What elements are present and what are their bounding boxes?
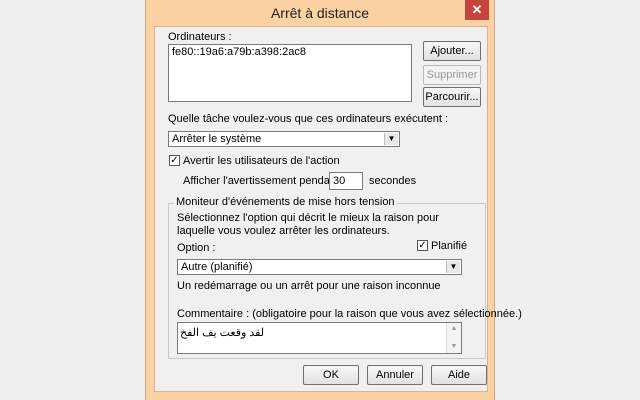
task-label: Quelle tâche voulez-vous que ces ordinat… xyxy=(168,113,449,125)
event-tracker-legend: Moniteur d'événements de mise hors tensi… xyxy=(174,196,397,208)
option-label: Option : xyxy=(177,242,216,254)
help-button[interactable]: Aide xyxy=(431,365,487,385)
cancel-button[interactable]: Annuler xyxy=(367,365,423,385)
computers-label: Ordinateurs : xyxy=(168,31,232,43)
warning-seconds-input[interactable]: 30 xyxy=(329,172,363,190)
comment-text: لقد وقعت يف الفخ xyxy=(180,327,265,339)
scroll-up-icon[interactable]: ▲ xyxy=(447,323,461,335)
window-title: Arrêt à distance xyxy=(270,5,370,21)
scroll-down-icon[interactable]: ▼ xyxy=(447,341,461,353)
reason-description: Un redémarrage ou un arrêt pour une rais… xyxy=(177,280,441,292)
browse-button[interactable]: Parcourir... xyxy=(423,87,481,107)
ok-button[interactable]: OK xyxy=(303,365,359,385)
warn-users-checkbox[interactable]: ✓ xyxy=(169,155,180,166)
dialog-client-area: Ordinateurs : fe80::19a6:a79b:a398:2ac8 … xyxy=(154,26,522,392)
task-selected-value: Arrêter le système xyxy=(172,133,262,145)
reason-selected-value: Autre (planifié) xyxy=(181,261,253,273)
reason-option-dropdown[interactable]: Autre (planifié) ▼ xyxy=(177,259,462,275)
comment-scrollbar[interactable]: ▲ ▼ xyxy=(446,323,461,353)
planned-label: Planifié xyxy=(431,240,468,252)
computers-listbox[interactable]: fe80::19a6:a79b:a398:2ac8 xyxy=(168,44,412,102)
tracker-description: Sélectionnez l'option qui décrit le mieu… xyxy=(177,212,439,237)
warn-users-label: Avertir les utilisateurs de l'action xyxy=(183,155,340,167)
remote-shutdown-dialog: Arrêt à distance ✕ Ordinateurs : fe80::1… xyxy=(145,0,522,400)
chevron-down-icon[interactable]: ▼ xyxy=(384,133,398,145)
computer-list-item[interactable]: fe80::19a6:a79b:a398:2ac8 xyxy=(172,46,408,58)
warning-duration-label: Afficher l'avertissement pendant xyxy=(183,175,339,187)
remove-button[interactable]: Supprimer xyxy=(423,65,481,85)
seconds-label: secondes xyxy=(369,175,417,187)
checkmark-icon: ✓ xyxy=(418,240,427,251)
chevron-down-icon[interactable]: ▼ xyxy=(446,261,460,273)
checkmark-icon: ✓ xyxy=(170,155,179,166)
close-button[interactable]: ✕ xyxy=(465,0,489,20)
comment-textarea[interactable]: لقد وقعت يف الفخ ▲ ▼ xyxy=(177,322,462,354)
add-button[interactable]: Ajouter... xyxy=(423,41,481,61)
task-dropdown[interactable]: Arrêter le système ▼ xyxy=(168,131,400,147)
title-bar[interactable]: Arrêt à distance ✕ xyxy=(146,0,494,26)
comment-label: Commentaire : (obligatoire pour la raiso… xyxy=(177,308,522,320)
event-tracker-group: Moniteur d'événements de mise hors tensi… xyxy=(168,196,522,359)
planned-checkbox[interactable]: ✓ xyxy=(417,240,428,251)
